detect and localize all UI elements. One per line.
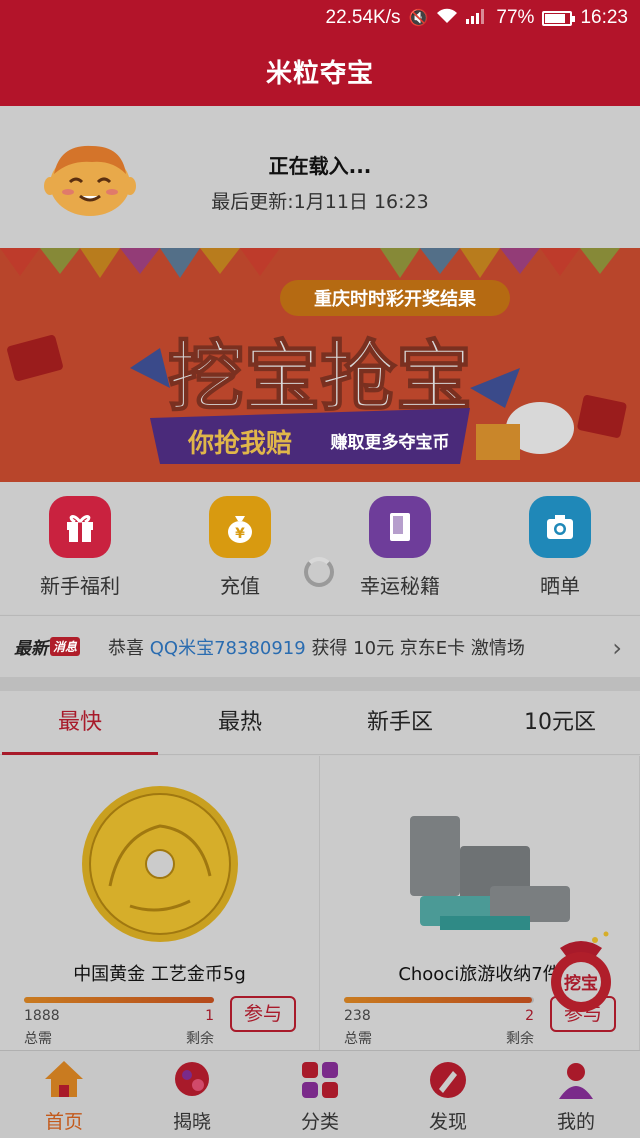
clock: 16:23 [580,7,628,28]
banner-tag: 重庆时时彩开奖结果 [314,288,477,310]
quick-item-newbie[interactable]: 新手福利 [0,482,160,614]
quick-label: 新手福利 [40,574,120,598]
nav-discover[interactable]: 发现 [384,1051,512,1138]
nav-label: 分类 [300,1111,339,1133]
svg-text:¥: ¥ [235,526,245,542]
app-title: 米粒夺宝 [0,36,640,106]
remaining-label: 剩余 [506,1031,534,1047]
total-count: 1888 [24,1008,60,1024]
nav-label: 我的 [556,1111,595,1133]
news-text: 恭喜 QQ米宝78380919 获得 10元 京东E卡 激情场 [108,637,525,659]
camera-icon [529,496,591,558]
gold-coin-image [82,786,238,942]
reveal-icon [175,1062,209,1096]
nav-home[interactable]: 首页 [0,1051,128,1138]
profile-icon [559,1063,593,1099]
nav-profile[interactable]: 我的 [512,1051,640,1138]
wifi-icon [436,8,458,29]
quick-item-share[interactable]: 晒单 [480,482,640,614]
battery-fill [545,13,566,23]
nav-label: 揭晓 [172,1111,211,1133]
status-bar: 22.54K/s 🔇 77% 16:23 [0,0,640,36]
signal-icon [466,8,488,29]
quick-label: 晒单 [540,574,580,598]
book-icon [369,496,431,558]
total-label: 总需 [344,1031,372,1047]
treasure-float-button[interactable]: 挖宝 [540,930,622,1012]
join-button[interactable]: 参与 [230,996,296,1032]
total-count: 238 [344,1008,371,1024]
progress-bar [24,997,214,1003]
quick-item-lucky-guide[interactable]: 幸运秘籍 [320,482,480,614]
banner-ribbon-main: 你抢我赔 [187,428,292,459]
nav-label: 发现 [428,1111,467,1133]
news-ticker[interactable]: 最新 消息 恭喜 QQ米宝78380919 获得 10元 京东E卡 激情场 › [0,615,640,677]
quick-label: 充值 [220,574,260,598]
tab-ten-yuan[interactable]: 10元区 [480,691,640,754]
nav-reveal[interactable]: 揭晓 [128,1051,256,1138]
battery-percent: 77% [496,7,535,28]
refresh-status: 正在载入... 最后更新:1月11日 16:23 [190,150,450,214]
news-tag-badge: 消息 [50,637,81,656]
loading-spinner [304,557,334,587]
treasure-label: 挖宝 [564,973,598,994]
remaining-label: 剩余 [186,1031,214,1047]
tab-fastest[interactable]: 最快 [0,691,160,755]
product-card[interactable]: 中国黄金 工艺金币5g 1888 1 总需 剩余 参与 [0,756,320,1050]
section-divider [0,677,640,691]
product-tabs: 最快 最热 新手区 10元区 [0,691,640,755]
mascot-icon [44,145,136,216]
category-icon [302,1062,338,1098]
banner-headline: 挖宝抢宝 [168,332,472,421]
nav-category[interactable]: 分类 [256,1051,384,1138]
refresh-time: 最后更新:1月11日 16:23 [211,191,429,213]
mute-icon: 🔇 [408,10,429,27]
remaining-count: 2 [525,1008,534,1024]
nav-label: 首页 [44,1111,83,1133]
home-icon [45,1061,83,1097]
money-bag-icon: ¥ [209,496,271,558]
bottom-nav: 首页 揭晓 分类 发现 我的 [0,1050,640,1138]
gift-icon [49,496,111,558]
progress-fill [344,997,533,1003]
battery-icon [542,10,576,26]
refresh-title: 正在载入... [268,154,372,178]
tab-hottest[interactable]: 最热 [160,691,320,754]
banner-ribbon-sub: 赚取更多夺宝币 [330,432,450,453]
quick-actions: 新手福利 ¥ 充值 幸运秘籍 晒单 [0,482,640,614]
chevron-right-icon[interactable]: › [612,634,622,662]
tab-newbie[interactable]: 新手区 [320,691,480,754]
promo-banner[interactable]: 重庆时时彩开奖结果 挖宝抢宝 你抢我赔 赚取更多夺宝币 [0,248,640,482]
product-name: 中国黄金 工艺金币5g [73,964,246,985]
banner-art: 重庆时时彩开奖结果 挖宝抢宝 你抢我赔 赚取更多夺宝币 [0,248,640,482]
remaining-count: 1 [205,1008,214,1024]
network-speed: 22.54K/s [325,7,401,28]
progress-fill [24,997,214,1003]
quick-item-recharge[interactable]: ¥ 充值 [160,482,320,614]
total-label: 总需 [24,1031,52,1047]
progress-bar [344,997,534,1003]
news-tag: 最新 消息 [14,634,81,659]
quick-label: 幸运秘籍 [360,574,440,598]
discover-icon [430,1062,466,1098]
news-user: QQ米宝78380919 [149,637,306,659]
travel-bag-image [410,816,570,930]
